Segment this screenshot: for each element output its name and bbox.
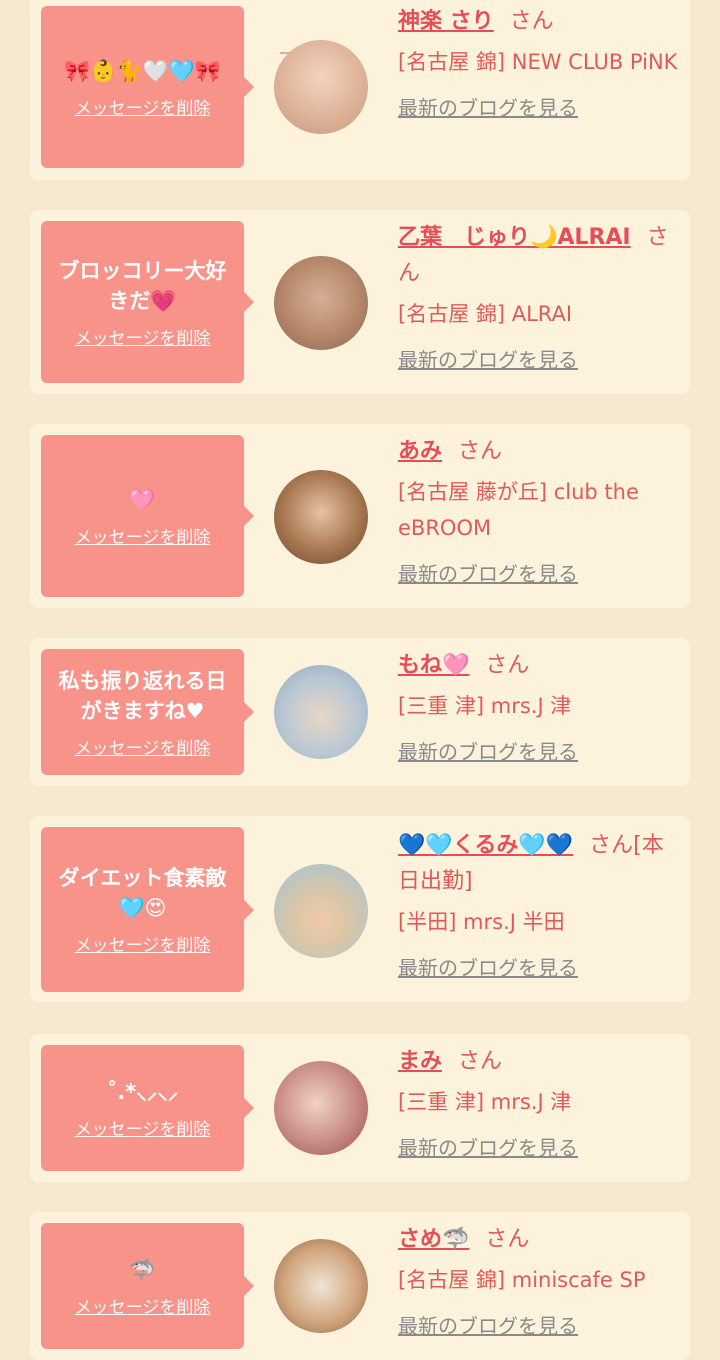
shop-name: [名古屋 錦] ALRAI	[398, 302, 573, 326]
girl-info: 乙葉 じゅり🌙ALRAI さん [名古屋 錦] ALRAI 最新のブログを見る	[398, 220, 678, 373]
message-bubble: ˚.*⸜⸝⸜⸝ メッセージを削除	[41, 1045, 254, 1171]
girl-info: あみ さん [名古屋 藤が丘] club the eBROOM 最新のブログを見る	[398, 434, 678, 587]
girl-info: 💙🩵くるみ🩵💙 さん[本日出勤] [半田] mrs.J 半田 最新のブログを見る	[398, 828, 678, 981]
girl-card: 🎀👶🐈🤍🩵🎀 メッセージを削除 神楽 さり さん [名古屋 錦] NEW CLUB…	[30, 0, 690, 180]
message-bubble: 私も振り返れる日がきますね♥ メッセージを削除	[41, 649, 254, 775]
message-text: ˚.*⸜⸝⸜⸝	[106, 1079, 179, 1104]
message-bubble: 🩷 メッセージを削除	[41, 435, 254, 597]
girl-name-link[interactable]: もね🩷	[398, 653, 469, 678]
message-text: 🎀👶🐈🤍🩵🎀	[64, 58, 221, 83]
honorific: さん	[458, 1049, 503, 1074]
delete-message-link[interactable]: メッセージを削除	[75, 324, 211, 349]
latest-blog-link[interactable]: 最新のブログを見る	[398, 736, 678, 765]
girl-name-link[interactable]: 乙葉 じゅり🌙ALRAI	[398, 225, 631, 250]
latest-blog-link[interactable]: 最新のブログを見る	[398, 344, 678, 373]
girl-card: ブロッコリー大好きだ💗 メッセージを削除 乙葉 じゅり🌙ALRAI さん [名古屋…	[30, 210, 690, 394]
girl-name-link[interactable]: 神楽 さり	[398, 9, 494, 34]
latest-blog-link[interactable]: 最新のブログを見る	[398, 1132, 678, 1161]
girl-name-link[interactable]: あみ	[398, 439, 442, 464]
avatar[interactable]	[274, 864, 368, 958]
girl-info: さめ🦈 さん [名古屋 錦] miniscafe SP 最新のブログを見る	[398, 1222, 678, 1339]
honorific: さん	[509, 9, 554, 34]
message-text: 🩷	[129, 487, 156, 512]
avatar[interactable]	[274, 470, 368, 564]
message-bubble: 🦈 メッセージを削除	[41, 1223, 254, 1349]
delete-message-link[interactable]: メッセージを削除	[75, 1293, 211, 1318]
message-text: 私も振り返れる日がきますね♥	[58, 668, 227, 723]
latest-blog-link[interactable]: 最新のブログを見る	[398, 92, 678, 121]
delete-message-link[interactable]: メッセージを削除	[75, 931, 211, 956]
shop-name: [名古屋 藤が丘] club the eBROOM	[398, 480, 639, 540]
girl-card: 🦈 メッセージを削除 さめ🦈 さん [名古屋 錦] miniscafe SP 最新…	[30, 1212, 690, 1360]
latest-blog-link[interactable]: 最新のブログを見る	[398, 558, 678, 587]
shop-name: [名古屋 錦] NEW CLUB PiNK	[398, 50, 678, 74]
honorific: さん	[485, 653, 530, 678]
avatar[interactable]	[274, 1061, 368, 1155]
delete-message-link[interactable]: メッセージを削除	[75, 523, 211, 548]
latest-blog-link[interactable]: 最新のブログを見る	[398, 952, 678, 981]
latest-blog-link[interactable]: 最新のブログを見る	[398, 1310, 678, 1339]
avatar[interactable]	[274, 256, 368, 350]
delete-message-link[interactable]: メッセージを削除	[75, 734, 211, 759]
shop-name: [名古屋 錦] miniscafe SP	[398, 1268, 646, 1292]
brand-mark-icon	[280, 52, 294, 64]
girl-card: ˚.*⸜⸝⸜⸝ メッセージを削除 まみ さん [三重 津] mrs.J 津 最新の…	[30, 1034, 690, 1182]
girl-card: 私も振り返れる日がきますね♥ メッセージを削除 もね🩷 さん [三重 津] mrs…	[30, 638, 690, 786]
girl-name-link[interactable]: まみ	[398, 1049, 442, 1074]
delete-message-link[interactable]: メッセージを削除	[75, 1115, 211, 1140]
girl-info: 神楽 さり さん [名古屋 錦] NEW CLUB PiNK 最新のブログを見る	[398, 4, 678, 121]
honorific: さん	[458, 439, 503, 464]
shop-name: [三重 津] mrs.J 津	[398, 694, 572, 718]
girl-card: 🩷 メッセージを削除 あみ さん [名古屋 藤が丘] club the eBROO…	[30, 424, 690, 608]
avatar[interactable]	[274, 665, 368, 759]
shop-name: [半田] mrs.J 半田	[398, 910, 565, 934]
message-text: ダイエット食素敵🩵😍	[58, 866, 227, 920]
honorific: さん	[485, 1227, 530, 1252]
avatar[interactable]	[274, 1239, 368, 1333]
girl-info: まみ さん [三重 津] mrs.J 津 最新のブログを見る	[398, 1044, 678, 1161]
girl-info: もね🩷 さん [三重 津] mrs.J 津 最新のブログを見る	[398, 648, 678, 765]
girl-name-link[interactable]: さめ🦈	[398, 1227, 469, 1252]
shop-name: [三重 津] mrs.J 津	[398, 1090, 572, 1114]
message-bubble: 🎀👶🐈🤍🩵🎀 メッセージを削除	[41, 6, 254, 168]
message-text: ブロッコリー大好きだ💗	[58, 258, 227, 313]
message-bubble: ブロッコリー大好きだ💗 メッセージを削除	[41, 221, 254, 383]
delete-message-link[interactable]: メッセージを削除	[75, 94, 211, 119]
message-text: 🦈	[129, 1257, 156, 1282]
girl-card: ダイエット食素敵🩵😍 メッセージを削除 💙🩵くるみ🩵💙 さん[本日出勤] [半田]…	[30, 816, 690, 1002]
message-bubble: ダイエット食素敵🩵😍 メッセージを削除	[41, 827, 254, 992]
girl-name-link[interactable]: 💙🩵くるみ🩵💙	[398, 833, 573, 858]
